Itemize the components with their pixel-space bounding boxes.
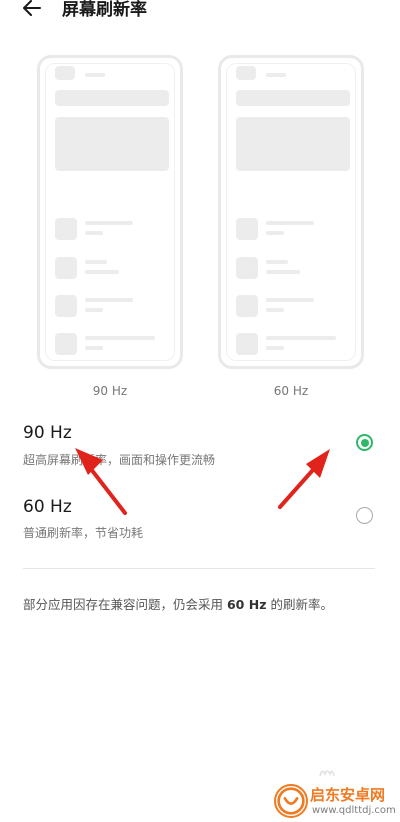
annotation-arrows: [75, 448, 330, 515]
watermark-name: 启东安卓网: [310, 786, 386, 804]
watermark-logo-icon: [274, 784, 308, 818]
watermark-url: www.qdlttdj.com: [312, 805, 396, 816]
annotation-arrowhead-left: [75, 448, 103, 475]
watermark: 启东安卓网 www.qdlttdj.com: [272, 778, 400, 822]
decorative-glyph-icon: [319, 770, 335, 777]
